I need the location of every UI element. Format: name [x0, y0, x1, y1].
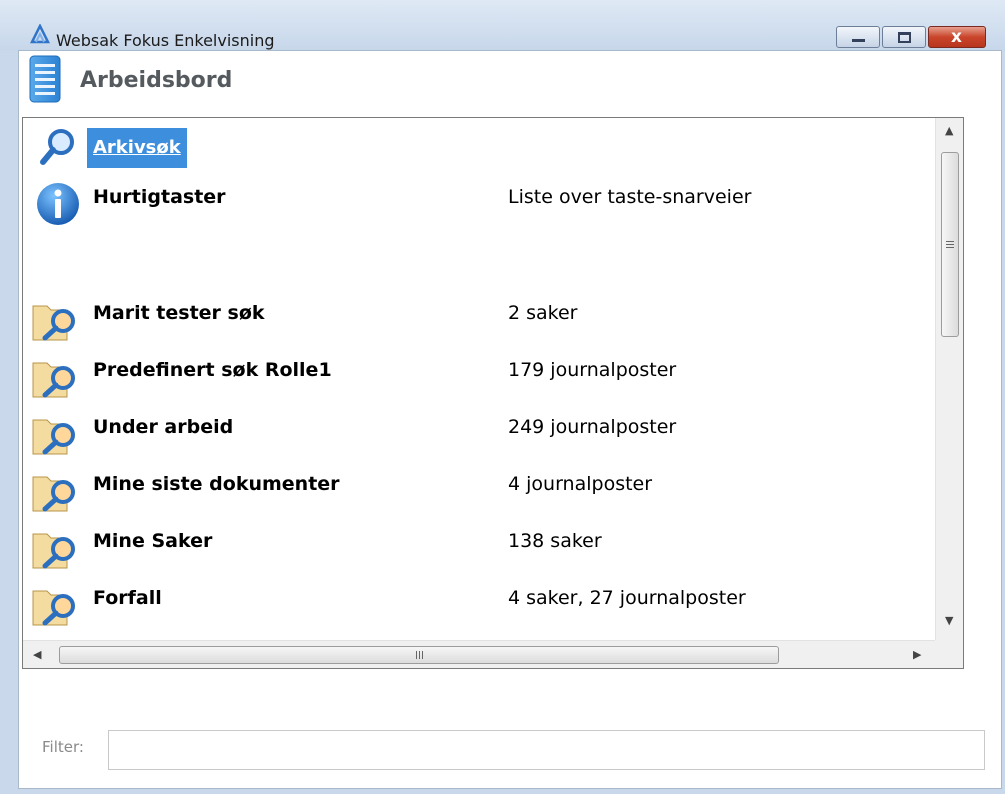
app-logo-icon — [30, 24, 50, 44]
window-title: Websak Fokus Enkelvisning — [56, 31, 275, 50]
scroll-down-arrow-icon[interactable]: ▼ — [945, 614, 953, 627]
folder-search-icon — [32, 533, 75, 569]
scroll-left-arrow-icon[interactable]: ◀ — [33, 648, 41, 661]
row-name: Hurtigtaster — [93, 186, 226, 208]
list-item[interactable]: Predefinert søk Rolle1 179 journalposter — [23, 349, 935, 399]
grip-line — [419, 651, 420, 659]
scroll-right-arrow-icon[interactable]: ▶ — [913, 648, 921, 661]
close-icon: x — [951, 27, 962, 47]
row-name: Mine siste dokumenter — [93, 473, 340, 495]
application-window: Websak Fokus Enkelvisning x Arbeidsbord … — [0, 0, 1005, 794]
vertical-scroll-thumb[interactable] — [941, 152, 959, 337]
row-name: Mine Saker — [93, 530, 213, 552]
list-item[interactable]: Mine Saker 138 saker — [23, 520, 935, 570]
row-description: 4 journalposter — [508, 473, 653, 495]
scrollbar-corner — [935, 640, 963, 668]
row-name: Predefinert søk Rolle1 — [93, 359, 332, 381]
maximize-icon — [898, 32, 911, 43]
row-name-link[interactable]: Arkivsøk — [87, 128, 187, 168]
filter-label: Filter: — [42, 738, 84, 756]
maximize-button[interactable] — [882, 26, 926, 48]
close-button[interactable]: x — [928, 26, 986, 48]
list-item[interactable]: Marit tester søk 2 saker — [23, 292, 935, 342]
document-icon — [29, 55, 61, 103]
folder-search-icon — [32, 476, 75, 512]
page-title: Arbeidsbord — [80, 68, 233, 93]
list-item[interactable]: Hurtigtaster Liste over taste-snarveier — [23, 176, 935, 226]
grip-line — [422, 651, 423, 659]
row-description: 138 saker — [508, 530, 602, 552]
row-name: Forfall — [93, 587, 162, 609]
workbench-list[interactable]: Arkivsøk Hurtigtaster Liste over taste-s… — [22, 117, 964, 669]
row-description: 179 journalposter — [508, 359, 677, 381]
grip-line — [946, 244, 954, 245]
scroll-up-arrow-icon[interactable]: ▲ — [945, 124, 953, 137]
filter-input[interactable] — [108, 730, 985, 770]
list-item[interactable]: Forfall 4 saker, 27 journalposter — [23, 577, 935, 627]
search-icon — [40, 129, 74, 165]
row-description: 249 journalposter — [508, 416, 677, 438]
grip-line — [946, 241, 954, 242]
row-description: Liste over taste-snarveier — [508, 186, 752, 208]
horizontal-scroll-thumb[interactable] — [59, 646, 779, 664]
horizontal-scrollbar[interactable]: ◀ ▶ — [23, 640, 935, 668]
list-item[interactable]: Mine siste dokumenter 4 journalposter — [23, 463, 935, 513]
row-description: 2 saker — [508, 302, 578, 324]
list-item[interactable]: Arkivsøk — [23, 118, 935, 168]
folder-search-icon — [32, 362, 75, 398]
minimize-icon — [852, 39, 865, 42]
row-description: 4 saker, 27 journalposter — [508, 587, 746, 609]
folder-search-icon — [32, 590, 75, 626]
folder-search-icon — [32, 305, 75, 341]
vertical-scrollbar[interactable]: ▲ ▼ — [935, 118, 963, 640]
folder-search-icon — [32, 419, 75, 455]
row-name: Under arbeid — [93, 416, 234, 438]
grip-line — [946, 247, 954, 248]
list-item[interactable]: Under arbeid 249 journalposter — [23, 406, 935, 456]
row-name: Marit tester søk — [93, 302, 265, 324]
minimize-button[interactable] — [836, 26, 880, 48]
info-icon — [37, 183, 79, 225]
grip-line — [416, 651, 417, 659]
title-bar[interactable]: Websak Fokus Enkelvisning x — [0, 0, 1005, 50]
